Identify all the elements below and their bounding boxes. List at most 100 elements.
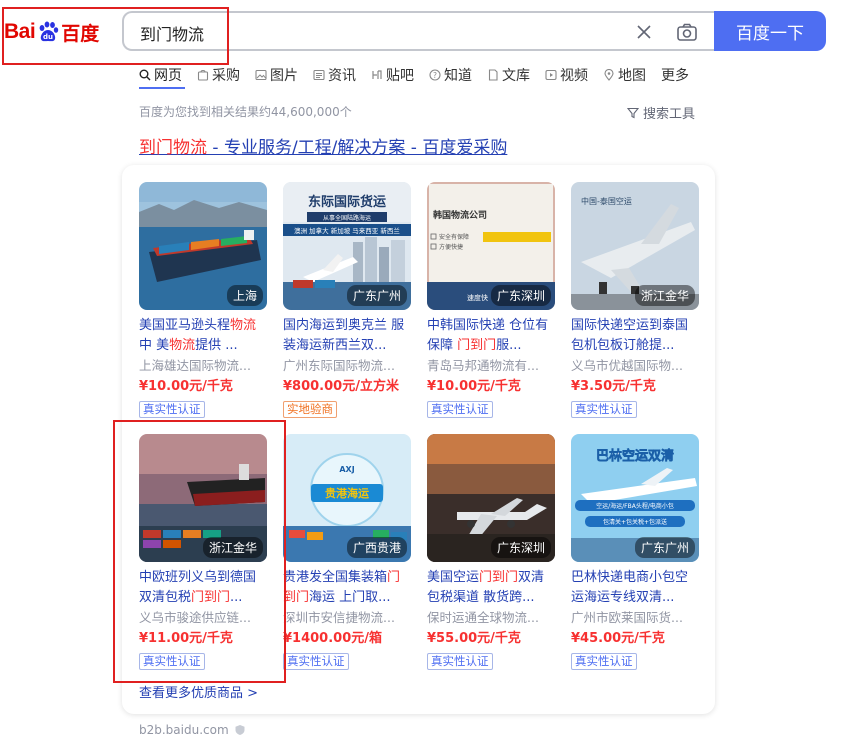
product-company: 广州东际国际物流... (283, 358, 395, 373)
product-badge: 真实性认证 (139, 401, 205, 418)
product-title[interactable]: 国内海运到奥克兰 服装海运新西兰双... (283, 316, 411, 356)
map-icon (604, 69, 614, 81)
clear-icon[interactable] (634, 22, 654, 42)
product-price: ¥45.00元/千克 (571, 631, 665, 646)
product-location: 广东广州 (346, 285, 407, 306)
result-domain[interactable]: b2b.baidu.com (139, 723, 246, 735)
image-icon (255, 69, 267, 81)
product-title[interactable]: 美国亚马逊头程物流中 美物流提供 ... (139, 316, 267, 356)
product-image[interactable]: 东际国际货运 从事全国陆路海运 澳洲 加拿大 新加坡 马来西亚 新西兰 广东广州 (283, 182, 411, 310)
product-title[interactable]: 美国空运门到门双清包税渠道 散货跨... (427, 568, 555, 608)
product-price: ¥55.00元/千克 (427, 631, 521, 646)
product-item[interactable]: 中国-泰国空运 浙江金华 国际快递空运到泰国包机包板订舱提... 义乌市优越国际… (571, 182, 699, 418)
product-item[interactable]: 巴林空运双清 空运/海运/FBA头程/电商小包 包清关+包关税+包派送 广东广州… (571, 434, 699, 670)
svg-text:AXJ: AXJ (339, 465, 354, 474)
more-products-link[interactable]: 查看更多优质商品 > (139, 682, 258, 701)
product-price: ¥1400.00元/箱 (283, 631, 383, 646)
product-item[interactable]: 广东深圳 美国空运门到门双清包税渠道 散货跨... 保时运通全球物流... ¥5… (427, 434, 555, 670)
tab-zhidao[interactable]: ? 知道 (429, 63, 472, 87)
product-title[interactable]: 巴林快递电商小包空运海运专线双清... (571, 568, 699, 608)
tab-label: 资讯 (328, 68, 356, 84)
product-badge: 实地验商 (283, 401, 337, 418)
product-price: ¥3.50元/千克 (571, 379, 656, 394)
tab-video[interactable]: 视频 (545, 63, 588, 87)
tab-label: 知道 (444, 68, 472, 84)
product-image[interactable]: 巴林空运双清 空运/海运/FBA头程/电商小包 包清关+包关税+包派送 广东广州 (571, 434, 699, 562)
tab-label: 视频 (560, 68, 588, 84)
product-item[interactable]: 东际国际货运 从事全国陆路海运 澳洲 加拿大 新加坡 马来西亚 新西兰 广东广州… (283, 182, 411, 418)
active-tab-indicator (139, 87, 185, 89)
image-banner-text: 东际国际货运 (308, 194, 386, 210)
result-count: 百度为您找到相关结果约44,600,000个 (139, 105, 352, 119)
product-image[interactable]: 广东深圳 (427, 434, 555, 562)
svg-text:方便快捷: 方便快捷 (439, 243, 463, 251)
shield-icon (235, 725, 245, 735)
product-badge: 真实性认证 (571, 401, 637, 418)
product-image[interactable]: 韩国物流公司 安全有保障 方便快捷 速度快 广东深圳 (427, 182, 555, 310)
product-item[interactable]: AXJ 贵港海运 广西贵港 贵港发全国集装箱门到门海运 上门取... 深圳市安信… (283, 434, 411, 670)
video-icon (545, 69, 557, 81)
tab-label: 网页 (154, 68, 182, 84)
product-title[interactable]: 中韩国际快递 仓位有保障 门到门服... (427, 316, 555, 356)
svg-text:速度快: 速度快 (467, 293, 488, 302)
svg-text:?: ? (433, 71, 437, 80)
product-location: 上海 (226, 285, 263, 306)
tab-wenku[interactable]: 文库 (487, 63, 530, 87)
news-icon (313, 69, 325, 81)
product-title[interactable]: 贵港发全国集装箱门到门海运 上门取... (283, 568, 411, 608)
product-company: 广州市欧莱国际货... (571, 610, 683, 625)
tab-images[interactable]: 图片 (255, 63, 298, 87)
tab-more[interactable]: 更多 (661, 63, 689, 87)
svg-text:贵港海运: 贵港海运 (325, 486, 369, 500)
svg-text:从事全国陆路海运: 从事全国陆路海运 (323, 214, 371, 222)
svg-text:巴林空运双清: 巴林空运双清 (596, 448, 674, 464)
product-badge: 真实性认证 (283, 653, 349, 670)
search-button[interactable]: 百度一下 (714, 11, 826, 51)
product-item[interactable]: 上海 美国亚马逊头程物流中 美物流提供 ... 上海雄达国际物流... ¥10.… (139, 182, 267, 418)
search-tools-label: 搜索工具 (643, 107, 696, 122)
result-title-highlight: 到门物流 (139, 138, 207, 158)
tab-label: 图片 (270, 68, 298, 84)
tab-tieba[interactable]: 贴吧 (371, 63, 414, 87)
product-image[interactable]: 上海 (139, 182, 267, 310)
product-title[interactable]: 国际快递空运到泰国包机包板订舱提... (571, 316, 699, 356)
product-location: 广西贵港 (346, 537, 407, 558)
tab-web[interactable]: 网页 (139, 63, 182, 87)
product-price: ¥800.00元/立方米 (283, 379, 399, 394)
product-image[interactable]: 中国-泰国空运 浙江金华 (571, 182, 699, 310)
filter-icon (627, 107, 639, 118)
search-tools-button[interactable]: 搜索工具 (627, 103, 695, 122)
product-company: 青岛马邦通物流有... (427, 358, 539, 373)
svg-text:空运/海运/FBA头程/电商小包: 空运/海运/FBA头程/电商小包 (596, 502, 674, 510)
product-image[interactable]: AXJ 贵港海运 广西贵港 (283, 434, 411, 562)
result-title-link[interactable]: 到门物流 - 专业服务/工程/解决方案 - 百度爱采购 (139, 133, 507, 158)
product-company: 深圳市安信捷物流... (283, 610, 395, 625)
product-company: 上海雄达国际物流... (139, 358, 251, 373)
annotation-box-product (113, 420, 286, 683)
tieba-icon (372, 70, 382, 79)
product-badge: 真实性认证 (571, 653, 637, 670)
product-price: ¥10.00元/千克 (427, 379, 521, 394)
product-location: 广东广州 (634, 537, 695, 558)
tab-map[interactable]: 地图 (603, 63, 646, 87)
domain-text: b2b.baidu.com (139, 723, 229, 735)
search-icon (139, 69, 151, 81)
tab-label: 地图 (618, 68, 646, 84)
baidu-search-page: Bai du 百度 到门物流 百度一下 网页 采购 图片 资讯 贴吧 ? 知道 … (0, 0, 856, 735)
product-price: ¥10.00元/千克 (139, 379, 233, 394)
annotation-box-search (2, 7, 229, 65)
search-tabs: 网页 采购 图片 资讯 贴吧 ? 知道 文库 视频 地图 更多 (139, 63, 704, 87)
svg-text:安全有保障: 安全有保障 (439, 233, 469, 241)
product-company: 保时运通全球物流... (427, 610, 539, 625)
product-badge: 真实性认证 (427, 401, 493, 418)
product-location: 广东深圳 (490, 537, 551, 558)
product-item[interactable]: 韩国物流公司 安全有保障 方便快捷 速度快 广东深圳 中韩国际快递 仓位有保障 … (427, 182, 555, 418)
camera-icon[interactable] (676, 21, 698, 43)
svg-text:韩国物流公司: 韩国物流公司 (433, 209, 487, 221)
svg-text:中国-泰国空运: 中国-泰国空运 (581, 196, 632, 206)
tab-label: 文库 (502, 68, 530, 84)
tab-purchase[interactable]: 采购 (197, 63, 240, 87)
tab-label: 贴吧 (386, 68, 414, 84)
tab-label: 更多 (661, 68, 689, 84)
tab-news[interactable]: 资讯 (313, 63, 356, 87)
